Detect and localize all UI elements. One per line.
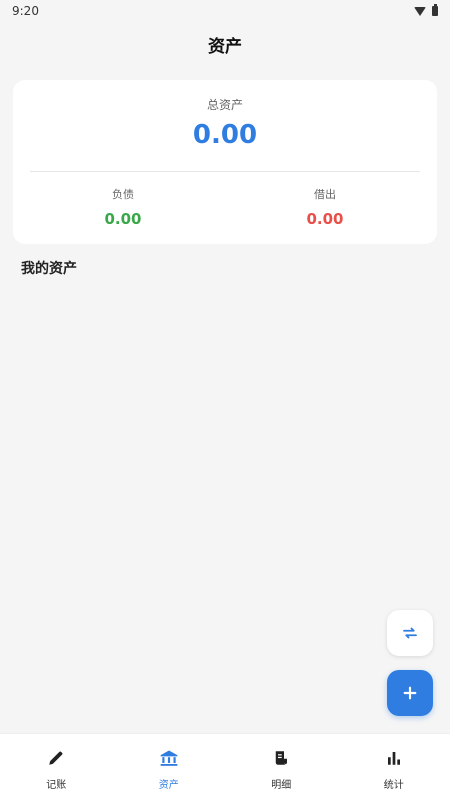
nav-label: 资产: [158, 780, 179, 791]
nav-item-statistics[interactable]: 统计: [338, 734, 450, 800]
header: 资产: [0, 22, 450, 66]
nav-item-details[interactable]: 明细: [225, 734, 338, 800]
plus-icon: [403, 686, 417, 700]
add-asset-button[interactable]: [387, 670, 433, 716]
bank-icon: [159, 748, 179, 768]
transfer-button[interactable]: [387, 610, 433, 656]
bar-chart-icon: [384, 748, 404, 768]
nav-item-assets[interactable]: 资产: [113, 734, 226, 800]
divider: [30, 171, 420, 172]
status-icons: [414, 4, 438, 16]
liability-label: 负债: [112, 188, 134, 201]
pencil-icon: [46, 748, 66, 768]
asset-summary-card: 总资产 0.00 负债 0.00 借出 0.00: [13, 80, 437, 244]
total-assets-value: 0.00: [192, 120, 258, 150]
lent-block[interactable]: 借出 0.00: [235, 186, 415, 228]
my-assets-title: 我的资产: [21, 261, 77, 277]
nav-label: 记账: [46, 780, 67, 791]
wifi-icon: [414, 6, 426, 16]
battery-icon: [432, 4, 438, 16]
lent-value: 0.00: [306, 210, 344, 228]
receipt-icon: [271, 748, 291, 768]
nav-label: 统计: [383, 780, 404, 791]
total-assets-label: 总资产: [206, 98, 243, 112]
liability-value: 0.00: [104, 210, 142, 228]
lent-label: 借出: [314, 188, 336, 201]
nav-label: 明细: [271, 780, 292, 791]
bottom-nav: 记账 资产 明细 统计: [0, 733, 450, 800]
status-time: 9:20: [12, 4, 39, 18]
status-bar: 9:20: [0, 0, 450, 22]
liability-block[interactable]: 负债 0.00: [33, 186, 213, 228]
swap-icon: [403, 627, 417, 639]
page-title: 资产: [208, 36, 242, 57]
nav-item-bookkeeping[interactable]: 记账: [0, 734, 113, 800]
